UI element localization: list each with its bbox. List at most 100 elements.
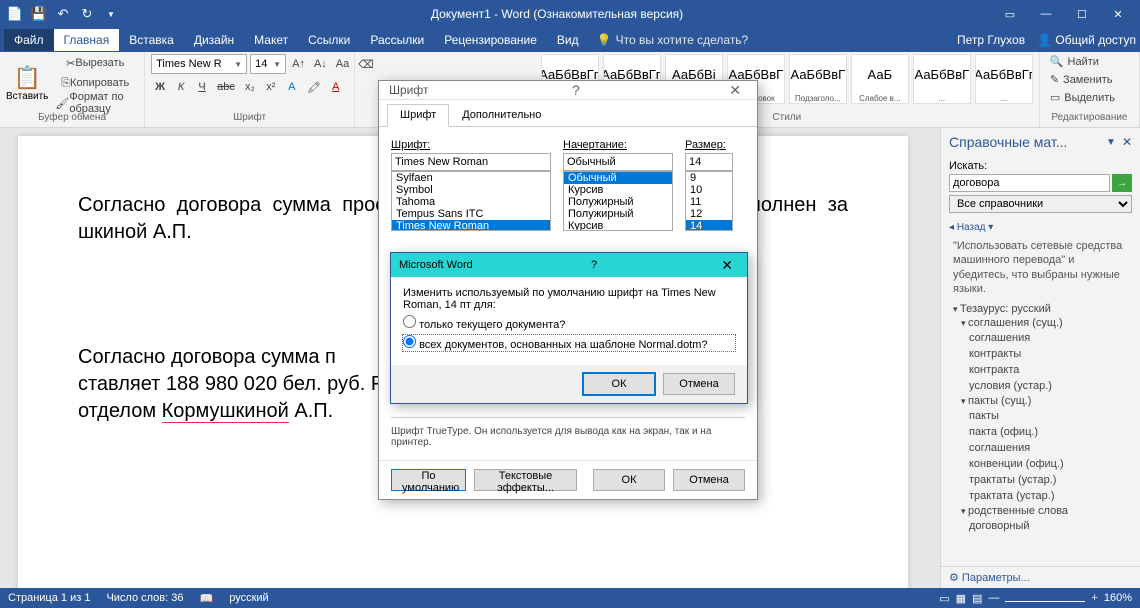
list-item[interactable]: 11 <box>686 196 732 208</box>
user-name[interactable]: Петр Глухов <box>957 33 1025 47</box>
pane-dropdown-icon[interactable]: ▼ <box>1106 137 1116 148</box>
view-web-icon[interactable]: ▤ <box>972 592 982 605</box>
list-item[interactable]: Sylfaen <box>392 172 550 184</box>
status-lang[interactable]: русский <box>229 592 268 604</box>
tab-mailings[interactable]: Рассылки <box>360 29 434 51</box>
strikethrough-icon[interactable]: abc <box>214 78 238 96</box>
minimize-icon[interactable]: — <box>1028 0 1064 28</box>
share-button[interactable]: 👤 Общий доступ <box>1037 33 1136 47</box>
list-item[interactable]: Курсив <box>564 184 672 196</box>
font-size-list[interactable]: 910111214 <box>685 171 733 231</box>
list-item[interactable]: Times New Roman <box>392 220 550 231</box>
view-print-icon[interactable]: ▦ <box>956 592 966 605</box>
list-item[interactable]: Обычный <box>564 172 672 184</box>
bold-icon[interactable]: Ж <box>151 78 169 96</box>
font-size-combo[interactable]: 14▼ <box>250 54 286 74</box>
font-color-icon[interactable]: A <box>327 78 345 96</box>
replace-button[interactable]: ✎ Заменить <box>1046 72 1119 87</box>
status-proofing-icon[interactable]: 📖 <box>200 592 214 605</box>
superscript-icon[interactable]: x² <box>262 78 280 96</box>
font-cancel-button[interactable]: Отмена <box>673 469 745 491</box>
zoom-out-icon[interactable]: — <box>988 592 999 605</box>
shrink-font-icon[interactable]: A↓ <box>311 55 330 73</box>
grow-font-icon[interactable]: A↑ <box>289 55 308 73</box>
thesaurus-item[interactable]: пакта (офиц.) <box>953 424 1132 440</box>
view-read-icon[interactable]: ▭ <box>939 592 949 605</box>
list-item[interactable]: 10 <box>686 184 732 196</box>
msgbox-close-icon[interactable]: ✕ <box>715 257 739 274</box>
thesaurus-item[interactable]: контракты <box>953 346 1132 362</box>
msgbox-help-icon[interactable]: ? <box>583 259 605 271</box>
style-item[interactable]: АаБбВвГПодзаголо... <box>789 54 847 104</box>
font-style-input[interactable] <box>563 153 673 171</box>
font-dialog-tab-font[interactable]: Шрифт <box>387 104 449 127</box>
thesaurus-item[interactable]: договорный <box>953 518 1132 534</box>
tab-insert[interactable]: Вставка <box>119 29 184 51</box>
chevron-down-icon[interactable]: ▼ <box>273 60 281 69</box>
thesaurus-item[interactable]: соглашения <box>953 440 1132 456</box>
undo-icon[interactable]: ↶ <box>52 3 74 25</box>
radio-current-doc[interactable]: только текущего документа? <box>403 315 735 331</box>
thesaurus-item[interactable]: трактаты (устар.) <box>953 472 1132 488</box>
cut-button[interactable]: ✂ Вырезать <box>52 54 138 72</box>
zoom-in-icon[interactable]: + <box>1091 592 1097 605</box>
list-item[interactable]: 14 <box>686 220 732 231</box>
paste-button[interactable]: 📋Вставить <box>6 54 48 112</box>
underline-icon[interactable]: Ч <box>193 78 211 96</box>
zoom-slider[interactable] <box>1005 601 1085 605</box>
thesaurus-item[interactable]: трактата (устар.) <box>953 488 1132 504</box>
thesaurus-item[interactable]: конвенции (офиц.) <box>953 456 1132 472</box>
ribbon-opts-icon[interactable]: ▭ <box>992 0 1028 28</box>
list-item[interactable]: 12 <box>686 208 732 220</box>
source-select[interactable]: Все справочники <box>949 195 1132 213</box>
tab-references[interactable]: Ссылки <box>298 29 360 51</box>
italic-icon[interactable]: К <box>172 78 190 96</box>
tab-home[interactable]: Главная <box>54 29 120 51</box>
app-icon[interactable]: 📄 <box>4 3 26 25</box>
radio-all-docs[interactable]: всех документов, основанных на шаблоне N… <box>403 335 735 351</box>
set-default-button[interactable]: По умолчанию <box>391 469 466 491</box>
tab-review[interactable]: Рецензирование <box>434 29 547 51</box>
thesaurus-category[interactable]: соглашения (сущ.) <box>953 316 1132 330</box>
list-item[interactable]: Полужирный <box>564 196 672 208</box>
list-item[interactable]: 9 <box>686 172 732 184</box>
highlight-icon[interactable]: 🖍 <box>304 78 324 96</box>
select-button[interactable]: ▭ Выделить <box>1046 90 1119 105</box>
style-item[interactable]: АаБСлабое в... <box>851 54 909 104</box>
help-icon[interactable]: ? <box>566 82 586 98</box>
close-icon[interactable]: ✕ <box>1100 0 1136 28</box>
close-pane-icon[interactable]: ✕ <box>1122 135 1132 149</box>
tab-view[interactable]: Вид <box>547 29 589 51</box>
text-effects-button[interactable]: Текстовые эффекты... <box>474 469 577 491</box>
chevron-down-icon[interactable]: ▼ <box>234 60 242 69</box>
params-link[interactable]: ⚙ Параметры... <box>941 566 1140 588</box>
find-button[interactable]: 🔍 Найти <box>1046 54 1119 69</box>
tellme[interactable]: 💡 Что вы хотите сделать? <box>597 33 749 47</box>
save-icon[interactable]: 💾 <box>28 3 50 25</box>
subscript-icon[interactable]: x₂ <box>241 78 259 96</box>
tab-file[interactable]: Файл <box>4 29 54 51</box>
thesaurus-category[interactable]: пакты (сущ.) <box>953 394 1132 408</box>
msgbox-cancel-button[interactable]: Отмена <box>663 373 735 395</box>
format-painter-button[interactable]: 🖌 Формат по образцу <box>52 94 138 112</box>
list-item[interactable]: Tempus Sans ITC <box>392 208 550 220</box>
style-item[interactable]: АаБбВвГг... <box>975 54 1033 104</box>
font-style-list[interactable]: ОбычныйКурсивПолужирныйПолужирный Курсив <box>563 171 673 231</box>
search-input[interactable] <box>949 174 1110 192</box>
status-words[interactable]: Число слов: 36 <box>106 592 183 604</box>
text-effect-icon[interactable]: A <box>283 78 301 96</box>
font-name-list[interactable]: SylfaenSymbolTahomaTempus Sans ITCTimes … <box>391 171 551 231</box>
font-name-combo[interactable]: Times New R▼ <box>151 54 247 74</box>
copy-button[interactable]: ⎘ Копировать <box>52 74 138 92</box>
thesaurus-item[interactable]: пакты <box>953 408 1132 424</box>
zoom-level[interactable]: 160% <box>1104 592 1132 605</box>
list-item[interactable]: Полужирный Курсив <box>564 208 672 231</box>
list-item[interactable]: Symbol <box>392 184 550 196</box>
font-size-input[interactable] <box>685 153 733 171</box>
redo-icon[interactable]: ↻ <box>76 3 98 25</box>
thesaurus-item[interactable]: контракта <box>953 362 1132 378</box>
list-item[interactable]: Tahoma <box>392 196 550 208</box>
font-name-input[interactable] <box>391 153 551 171</box>
thesaurus-header[interactable]: Тезаурус: русский <box>953 302 1132 316</box>
thesaurus-item[interactable]: условия (устар.) <box>953 378 1132 394</box>
